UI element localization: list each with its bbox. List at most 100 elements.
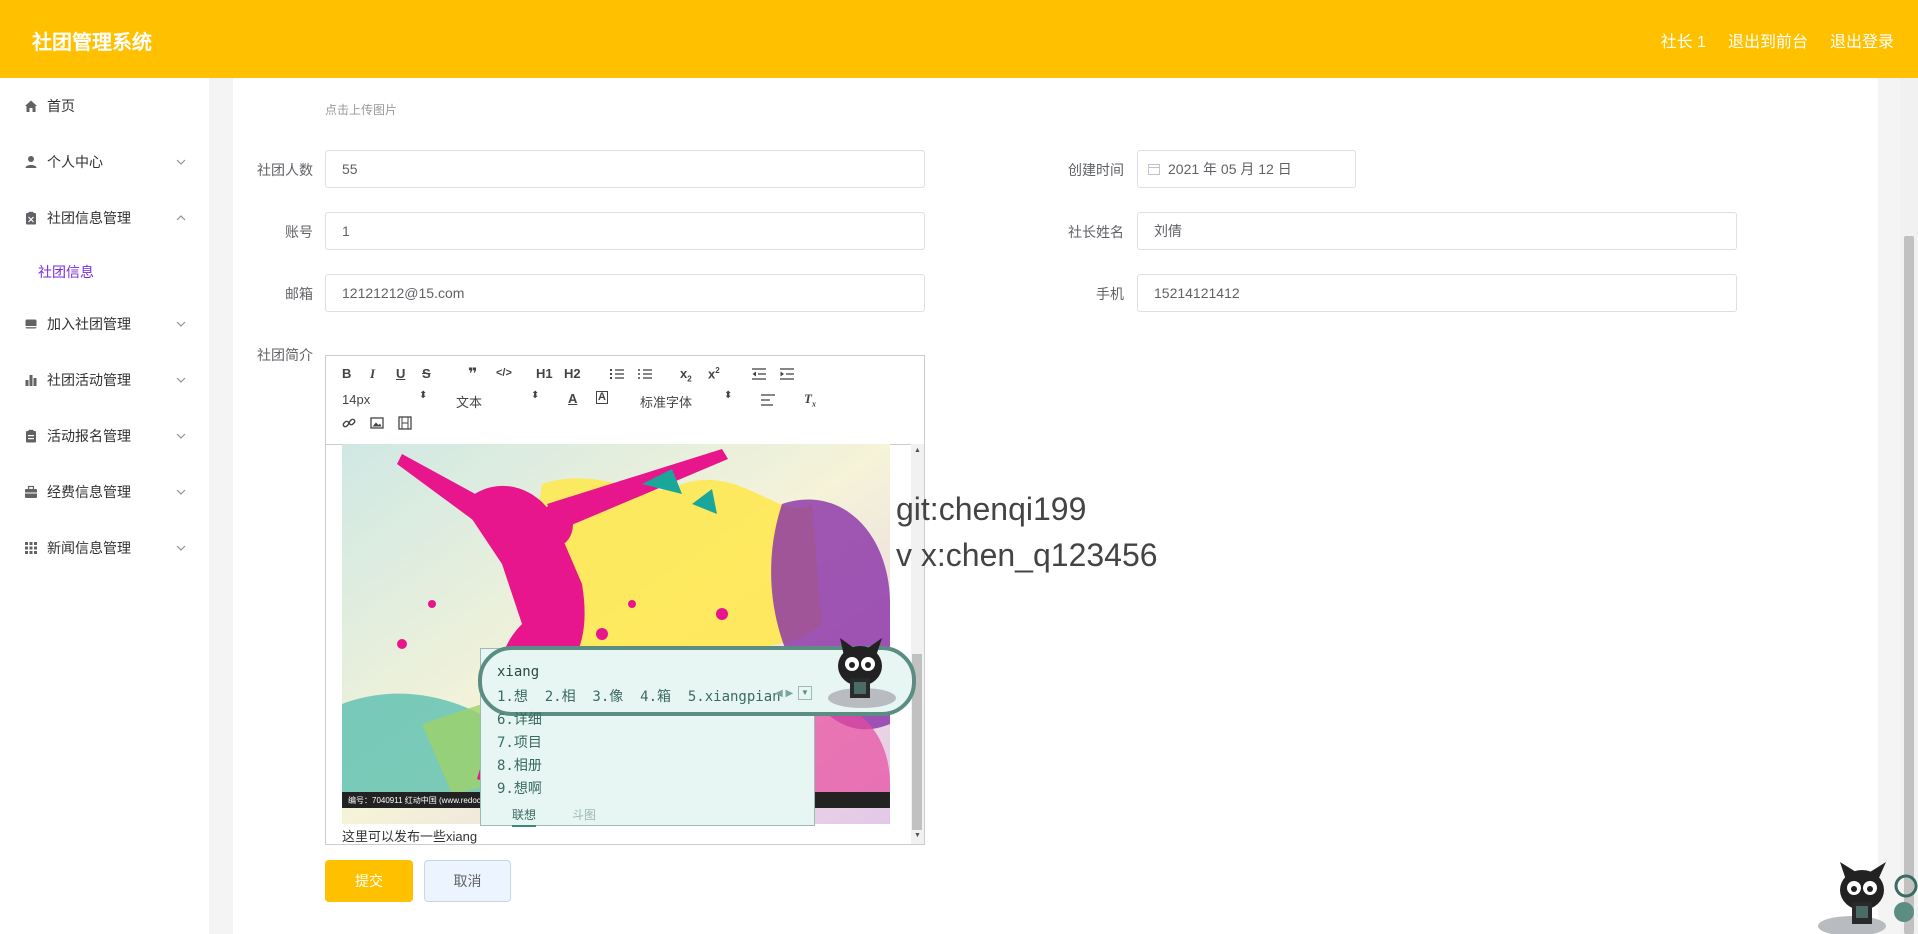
sidebar-item-label: 社团信息管理 [47, 210, 131, 226]
watermark-line2: v x:chen_q123456 [896, 537, 1158, 573]
created-time-label: 创建时间 [1068, 162, 1124, 178]
cancel-button[interactable]: 取消 [424, 860, 511, 902]
sidebar-item-home[interactable]: 首页 [0, 86, 209, 126]
ime-composition-text: xiang [497, 664, 540, 680]
ordered-list-icon[interactable] [610, 368, 624, 380]
sidebar-item-funds-mgmt[interactable]: 经费信息管理 [0, 472, 209, 512]
assistant-mascot-icon[interactable] [1812, 862, 1918, 934]
phone-label: 手机 [1096, 286, 1124, 302]
leader-name-field[interactable]: 刘倩 [1137, 212, 1737, 250]
club-intro-label: 社团简介 [257, 347, 313, 363]
code-block-icon[interactable]: </> [496, 367, 512, 379]
sidebar-item-join-club-mgmt[interactable]: 加入社团管理 [0, 304, 209, 344]
briefcase-icon [24, 485, 38, 499]
image-icon[interactable] [370, 416, 384, 430]
ime-tab-sticker[interactable]: 斗图 [572, 806, 596, 823]
sidebar-item-signup-mgmt[interactable]: 活动报名管理 [0, 416, 209, 456]
calendar-icon [1148, 164, 1160, 175]
heading2-icon[interactable]: H2 [564, 366, 581, 381]
blockquote-icon[interactable]: ❞ [468, 364, 477, 384]
ime-candidate[interactable]: 7.项目 [497, 732, 542, 752]
bullet-list-icon[interactable] [638, 368, 652, 380]
sidebar-item-club-info-mgmt[interactable]: 社团信息管理 [0, 198, 209, 238]
clipboard-icon [24, 429, 38, 443]
account-label: 账号 [285, 224, 313, 240]
ime-tab-association[interactable]: 联想 [512, 806, 537, 827]
chevron-updown-icon: ⬍ [724, 390, 733, 401]
ime-candidate[interactable]: 8.相册 [497, 755, 542, 775]
watermark-line1: git:chenqi199 [896, 491, 1087, 527]
chevron-down-icon [176, 489, 186, 495]
grid-icon [24, 541, 38, 555]
sidebar-item-label: 社团活动管理 [47, 372, 131, 388]
bold-icon[interactable]: B [342, 366, 351, 381]
member-count-field[interactable]: 55 [325, 150, 925, 188]
sidebar: 首页 个人中心 社团信息管理 社团信息 加入社团管理 社团活动管理 活动报名管理 [0, 78, 209, 934]
sidebar-item-label: 新闻信息管理 [47, 540, 131, 556]
bar-chart-icon [24, 373, 38, 387]
font-size-select[interactable]: 14px [342, 392, 370, 407]
indent-icon[interactable] [780, 368, 794, 380]
sidebar-subitem-club-info[interactable]: 社团信息 [38, 262, 94, 282]
user-icon [24, 155, 38, 169]
watermark-text: git:chenqi199 v x:chen_q123456 [896, 486, 1158, 578]
clipboard-icon [24, 211, 38, 225]
email-label: 邮箱 [285, 286, 313, 302]
ime-page-arrows-icon[interactable]: ◀ ▶ [775, 688, 793, 699]
upload-image-hint[interactable]: 点击上传图片 [325, 101, 397, 118]
sidebar-item-label: 个人中心 [47, 154, 103, 170]
image-caption: 编号：7040911 红动中国 (www.redoc [348, 796, 481, 805]
ime-candidate[interactable]: 6.详细 [497, 709, 542, 729]
scroll-down-icon[interactable]: ▼ [914, 832, 921, 839]
italic-icon[interactable]: I [370, 366, 375, 382]
ime-expand-icon[interactable]: ▼ [798, 686, 812, 700]
ime-candidate[interactable]: 9.想啊 [497, 778, 542, 798]
editor-text[interactable]: 这里可以发布一些xiang [342, 826, 477, 845]
underline-icon[interactable]: U [396, 366, 405, 381]
sidebar-item-label: 加入社团管理 [47, 316, 131, 332]
outdent-icon[interactable] [752, 368, 766, 380]
link-icon[interactable] [342, 416, 356, 430]
email-field[interactable]: 12121212@15.com [325, 274, 925, 312]
top-bar: 社团管理系统 社长 1 退出到前台 退出登录 [0, 0, 1918, 78]
block-type-select[interactable]: 文本 [456, 392, 482, 411]
chevron-updown-icon: ⬍ [531, 390, 540, 401]
heading1-icon[interactable]: H1 [536, 366, 553, 381]
video-icon[interactable] [398, 416, 412, 430]
logout-link[interactable]: 退出登录 [1830, 28, 1894, 52]
page-scrollbar-thumb[interactable] [1904, 236, 1914, 934]
editor-toolbar: B I U S ❞ </> H1 H2 x2 x2 14px ⬍ 文本 ⬍ A … [326, 356, 924, 445]
top-nav: 社长 1 退出到前台 退出登录 [1661, 28, 1894, 52]
sidebar-item-label: 活动报名管理 [47, 428, 131, 444]
chevron-down-icon [176, 545, 186, 551]
box-icon [24, 317, 38, 331]
scroll-up-icon[interactable]: ▲ [914, 447, 921, 454]
phone-field[interactable]: 15214121412 [1137, 274, 1737, 312]
align-icon[interactable] [761, 394, 775, 406]
sidebar-item-label: 首页 [47, 98, 75, 114]
leader-name-label: 社长姓名 [1068, 224, 1124, 240]
exit-to-front-link[interactable]: 退出到前台 [1728, 28, 1808, 52]
chevron-up-icon [176, 215, 186, 221]
submit-button[interactable]: 提交 [325, 860, 413, 902]
ime-candidates-row[interactable]: 1.想 2.相 3.像 4.箱 5.xiangpian [497, 686, 781, 706]
sidebar-item-club-activity-mgmt[interactable]: 社团活动管理 [0, 360, 209, 400]
strikethrough-icon[interactable]: S [422, 366, 431, 381]
font-color-icon[interactable]: A [568, 391, 577, 406]
created-time-value: 2021 年 05 月 12 日 [1168, 161, 1292, 177]
chevron-updown-icon: ⬍ [419, 390, 428, 401]
sidebar-item-personal-center[interactable]: 个人中心 [0, 142, 209, 182]
font-family-select[interactable]: 标准字体 [640, 392, 692, 411]
background-color-icon[interactable]: A [596, 391, 608, 404]
chevron-down-icon [176, 433, 186, 439]
created-time-picker[interactable]: 2021 年 05 月 12 日 [1137, 150, 1356, 188]
sidebar-item-news-mgmt[interactable]: 新闻信息管理 [0, 528, 209, 568]
member-count-label: 社团人数 [257, 162, 313, 178]
clear-format-icon[interactable]: Tx [804, 391, 816, 409]
current-user-link[interactable]: 社长 1 [1661, 28, 1706, 52]
chevron-down-icon [176, 377, 186, 383]
sidebar-item-label: 经费信息管理 [47, 484, 131, 500]
superscript-icon[interactable]: x2 [708, 366, 720, 381]
subscript-icon[interactable]: x2 [680, 366, 692, 384]
account-field[interactable]: 1 [325, 212, 925, 250]
